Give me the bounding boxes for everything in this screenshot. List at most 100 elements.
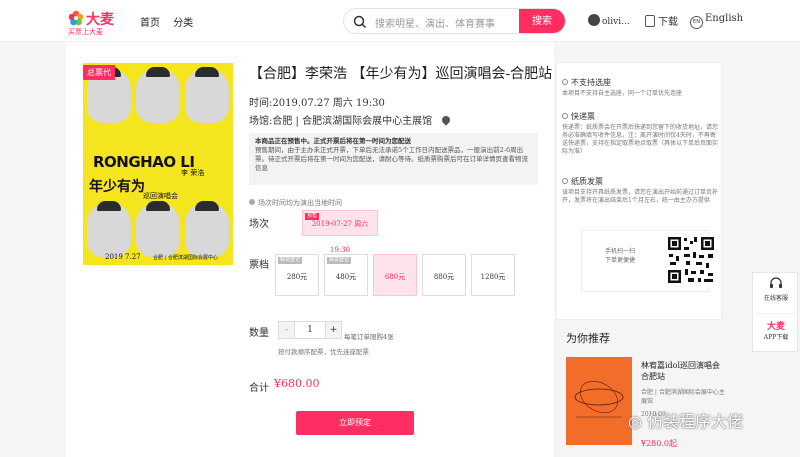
- info-circle-icon: [562, 79, 568, 85]
- event-detail-panel: 总票代 RONGHAO LI 李 荣浩 年少有为 巡回演唱会 2019 7.27…: [66, 42, 554, 457]
- quantity-input[interactable]: 1: [295, 322, 325, 338]
- section-text: 该项目支持开具纸质发票，请您在演出开始前通过订单页补开，发票将在演出结束后1个月…: [562, 189, 719, 204]
- event-title: 【合肥】李荣浩 【年少有为】巡回演唱会-合肥站: [249, 66, 553, 82]
- invoice-section: 纸质发票 该项目支持开具纸质发票，请您在演出开始前通过订单页补开，发票将在演出结…: [562, 176, 718, 205]
- section-text: 本项目不支持自主选座，同一个订单优先连座: [562, 90, 683, 97]
- event-poster[interactable]: 总票代 RONGHAO LI 李 荣浩 年少有为 巡回演唱会 2019 7.27…: [83, 63, 233, 265]
- session-value: 2019-07-27 周六 19:30: [311, 220, 369, 254]
- app-download-label: APP下载: [763, 334, 789, 341]
- watermark-text: 仿装程序大佬: [647, 412, 744, 431]
- session-label: 场次: [249, 219, 269, 230]
- price-tag: 缺货登记: [327, 257, 352, 264]
- price-option-selected[interactable]: 680元: [373, 254, 417, 296]
- language-switch[interactable]: EN English: [690, 13, 743, 29]
- section-title: 快递票: [571, 112, 595, 121]
- book-now-button[interactable]: 立即预定: [296, 411, 414, 435]
- presale-notice: 本商品正在预售中。正式开票后将在第一时间为您配送 预售期间，由于主办未正式开票，…: [249, 133, 538, 185]
- session-option[interactable]: 预售 2019-07-27 周六 19:30: [302, 210, 378, 254]
- brand-slogan: 买票上大麦: [68, 28, 103, 36]
- recommend-venue: 合肥 | 合肥滨湖国际会展中心主展馆: [641, 389, 725, 405]
- price-value: 880元: [433, 273, 455, 281]
- user-name: olivi…: [602, 17, 631, 27]
- price-tag: 缺货登记: [278, 257, 303, 264]
- poster-tour: 巡回演唱会: [143, 192, 178, 200]
- recommend-price: ¥280.0起: [641, 439, 677, 448]
- app-brand: 大麦: [766, 322, 785, 332]
- download-link[interactable]: 下载: [645, 13, 678, 28]
- search-box: 搜索明星、演出、体育赛事 搜索: [343, 8, 566, 34]
- price-value: 480元: [335, 273, 357, 281]
- no-seat-selection-section: 不支持选座 本项目不支持自主选座，同一个订单优先连座: [562, 77, 718, 98]
- price-option[interactable]: 缺货登记 480元: [324, 254, 368, 296]
- info-icon: [249, 199, 255, 205]
- download-label: 下载: [658, 17, 678, 28]
- price-value: 1280元: [480, 273, 506, 281]
- section-text: 快递票：纸质票会在开票后快递到您留下的收货地址，请您务必准确填写收件信息，注：离…: [562, 124, 719, 155]
- total-price: ¥680.00: [274, 377, 320, 390]
- poster-face: [185, 67, 229, 123]
- main-nav: 首页 分类: [140, 14, 203, 29]
- search-button[interactable]: 搜索: [519, 9, 565, 33]
- poster-face: [185, 201, 229, 257]
- nav-category[interactable]: 分类: [173, 18, 193, 29]
- recommend-heading: 为你推荐: [566, 332, 610, 345]
- notice-heading: 本商品正在预售中。正式开票后将在第一时间为您配送: [255, 137, 411, 145]
- qr-code-icon: [666, 235, 716, 285]
- wechat-watermark: ◎ 仿装程序大佬: [628, 408, 743, 432]
- language-label: English: [705, 13, 744, 24]
- search-icon: [353, 15, 367, 29]
- poster-title: 年少有为: [89, 179, 145, 195]
- notice-text: 预售期间，由于主办未正式开票，下单后无法承诺5个工作日内配送票品，一般演出前2-…: [255, 146, 528, 172]
- poster-face: [87, 201, 131, 257]
- quantity-minus-button[interactable]: -: [279, 322, 295, 338]
- ticket-info-sidebar: 不支持选座 本项目不支持自主选座，同一个订单优先连座 快递票 快递票：纸质票会在…: [556, 62, 722, 320]
- price-option[interactable]: 880元: [422, 254, 466, 296]
- headset-icon: [770, 277, 782, 288]
- toolbar-divider: [757, 313, 795, 314]
- poster-artist-cn: 李 荣浩: [181, 169, 205, 177]
- language-icon: EN: [690, 16, 703, 29]
- session-tag: 预售: [305, 213, 320, 220]
- app-download-button[interactable]: 大麦 APP下载: [753, 319, 799, 341]
- price-value: 280元: [286, 273, 308, 281]
- qr-hint: 手机扫一扫 下单更便捷: [604, 248, 635, 264]
- quantity-plus-button[interactable]: +: [325, 322, 341, 338]
- poster-tag: 总票代: [83, 65, 115, 80]
- poster-face: [136, 67, 180, 123]
- section-title: 纸质发票: [571, 177, 603, 186]
- avatar: [588, 14, 600, 26]
- price-option[interactable]: 缺货登记 280元: [275, 254, 319, 296]
- info-circle-icon: [562, 178, 568, 184]
- qr-card: 手机扫一扫 下单更便捷: [581, 230, 716, 292]
- flower-logo-icon: [68, 10, 84, 26]
- price-option[interactable]: 1280元: [471, 254, 515, 296]
- search-input[interactable]: 搜索明星、演出、体育赛事: [375, 15, 495, 30]
- map-pin-icon[interactable]: [440, 114, 452, 126]
- total-label: 合计: [249, 383, 269, 394]
- venue-value[interactable]: 合肥 | 合肥滨湖国际会展中心主展馆: [272, 116, 432, 127]
- venue-label: 场馆:: [249, 116, 273, 127]
- event-venue: 场馆:合肥 | 合肥滨湖国际会展中心主展馆: [249, 112, 452, 127]
- user-menu[interactable]: olivi…: [588, 14, 630, 27]
- quantity-limit: 每笔订单限购4张: [344, 333, 394, 341]
- recommend-poster-art: [574, 380, 624, 418]
- quantity-label: 数量: [249, 328, 269, 339]
- nav-home[interactable]: 首页: [140, 18, 160, 29]
- price-label: 票档: [249, 260, 269, 271]
- floating-toolbar: 在线客服 大麦 APP下载: [752, 272, 798, 352]
- online-service-button[interactable]: 在线客服: [753, 277, 799, 302]
- time-value: 2019.07.27 周六 19:30: [272, 98, 385, 109]
- price-value: 680元: [384, 273, 406, 281]
- express-ticket-section: 快递票 快递票：纸质票会在开票后快递到您留下的收货地址，请您务必准确填写收件信息…: [562, 111, 718, 156]
- timezone-text: 场次时间均为演出当地时间: [258, 199, 342, 207]
- info-circle-icon: [562, 113, 568, 119]
- damai-logo[interactable]: 大麦 买票上大麦: [66, 7, 118, 37]
- timezone-note: 场次时间均为演出当地时间: [249, 198, 342, 208]
- time-label: 时间:: [249, 98, 273, 109]
- recommend-poster[interactable]: [566, 357, 632, 445]
- quantity-stepper: - 1 +: [278, 321, 342, 339]
- section-title: 不支持选座: [571, 78, 611, 87]
- poster-date: 2019 7.27: [105, 253, 141, 261]
- recommend-title[interactable]: 林宥嘉idol巡回演唱会合肥站: [641, 360, 727, 382]
- brand-name: 大麦: [86, 12, 114, 28]
